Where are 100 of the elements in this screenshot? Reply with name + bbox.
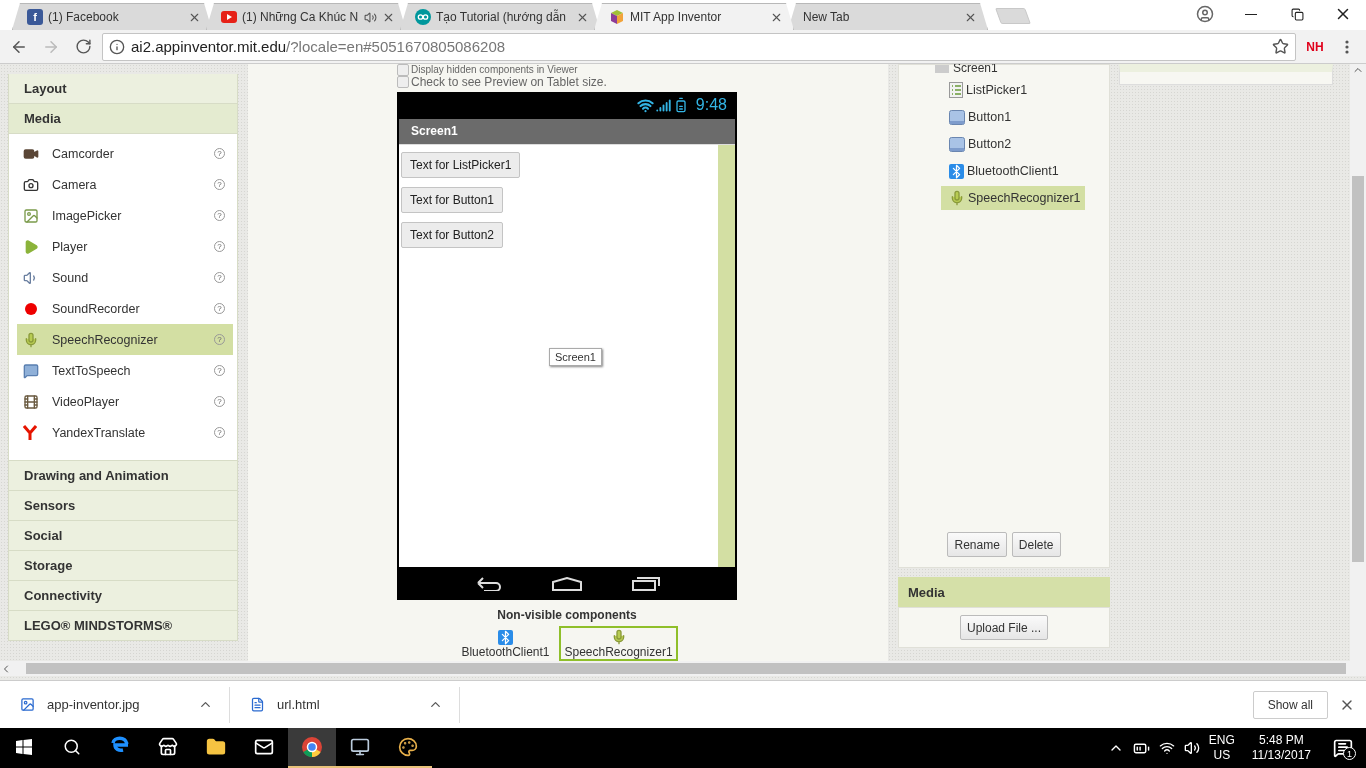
home-icon [552, 576, 582, 591]
tab-title: (1) Facebook [48, 10, 119, 24]
component-name: ImagePicker [52, 208, 123, 223]
horizontal-scrollbar[interactable] [0, 661, 1366, 676]
button-icon [949, 109, 965, 125]
search-icon [63, 738, 81, 756]
clock[interactable]: 5:48 PM 11/13/2017 [1243, 733, 1319, 763]
component-name: Camcorder [52, 146, 115, 161]
palette-item[interactable]: Player ? [17, 231, 233, 262]
tab-title: Tạo Tutorial (hướng dẫn [436, 10, 566, 24]
browser-tab[interactable]: MIT App Inventor [594, 3, 794, 30]
image-file-icon [20, 697, 35, 712]
bookmark-star-icon[interactable] [1272, 38, 1289, 55]
shopping-bag-icon[interactable] [158, 737, 178, 757]
envelope-icon[interactable] [254, 737, 274, 757]
palette-item[interactable]: SpeechRecognizer ? [17, 324, 233, 355]
category-header[interactable]: Social [8, 521, 238, 551]
tree-item[interactable]: SpeechRecognizer1 [941, 186, 1085, 210]
palette-item[interactable]: SoundRecorder ? [17, 293, 233, 324]
palette-item[interactable]: TextToSpeech ? [17, 355, 233, 386]
wifi-icon[interactable] [1158, 740, 1175, 756]
play-icon [23, 238, 39, 255]
non-visible-component[interactable]: BluetoothClient1 [456, 626, 555, 661]
file-name: url.html [277, 697, 321, 712]
image-icon [23, 207, 39, 224]
category-header[interactable]: Media [8, 104, 238, 134]
component-name: SpeechRecognizer1 [564, 645, 673, 659]
notifications-button[interactable]: 1 [1328, 733, 1358, 763]
download-item[interactable]: url.html [230, 686, 460, 723]
category-header[interactable]: Storage [8, 551, 238, 581]
category-header[interactable]: Layout [8, 74, 238, 104]
category-header[interactable]: Drawing and Animation [8, 461, 238, 491]
palette-item[interactable]: Camera ? [17, 169, 233, 200]
preview-button[interactable]: Text for Button2 [401, 221, 504, 248]
info-icon [109, 38, 125, 55]
tree-item[interactable]: Button1 [941, 105, 1016, 129]
folder-icon[interactable] [206, 737, 226, 757]
tree-root: Screen1 [953, 64, 998, 74]
tablet-preview-checkbox[interactable]: Check to see Preview on Tablet size. [397, 75, 607, 90]
vertical-scrollbar[interactable] [1350, 64, 1366, 661]
component-name: VideoPlayer [52, 394, 121, 409]
list-icon [949, 82, 963, 98]
component-name: ListPicker1 [966, 83, 1028, 97]
reload-icon [74, 38, 92, 55]
message-icon [1333, 738, 1353, 758]
action-button[interactable]: Rename [947, 532, 1007, 557]
component-name: BluetoothClient1 [967, 164, 1059, 178]
section-title: Non-visible components [496, 608, 638, 622]
tree-item[interactable]: Button2 [941, 132, 1016, 156]
kebab-menu-icon [1345, 39, 1349, 54]
extension-button[interactable]: NH [1302, 35, 1328, 58]
component-name: SoundRecorder [52, 301, 141, 316]
palette-item[interactable]: ImagePicker ? [17, 200, 233, 231]
category-header[interactable]: Connectivity [8, 581, 238, 611]
document-file-icon [250, 697, 265, 712]
download-item[interactable]: app-inventor.jpg [0, 686, 230, 723]
language-indicator[interactable]: ENG US [1208, 733, 1235, 763]
palette-item[interactable]: Camcorder ? [17, 138, 233, 169]
component-name: Camera [52, 177, 98, 192]
bluetooth-icon [949, 163, 964, 179]
microphone-icon [23, 331, 39, 348]
media-header: Media [898, 577, 1110, 607]
palette-item[interactable]: VideoPlayer ? [17, 386, 233, 417]
play-logo-icon [221, 11, 237, 23]
restore-icon [1290, 7, 1304, 21]
clapper-icon [23, 393, 39, 410]
preview-button[interactable]: Text for ListPicker1 [401, 151, 521, 178]
category-header[interactable]: LEGO® MINDSTORMS® [8, 611, 238, 641]
palette-item[interactable]: Sound ? [17, 262, 233, 293]
tree-item[interactable]: BluetoothClient1 [941, 159, 1063, 183]
speech-bubble-icon [23, 362, 39, 379]
palette-icon[interactable] [398, 737, 418, 757]
preview-button[interactable]: Text for Button1 [401, 186, 504, 213]
taskbar-app[interactable] [288, 728, 336, 768]
component-name: Button2 [968, 137, 1012, 151]
monitor-icon[interactable] [350, 737, 370, 757]
wifi-icon [636, 96, 654, 114]
y-logo-icon [23, 424, 37, 441]
person-icon [1196, 5, 1214, 23]
upload-file-button[interactable]: Upload File ... [959, 615, 1048, 640]
hidden-components-checkbox[interactable]: Display hidden components in Viewer [397, 64, 578, 75]
action-button[interactable]: Delete [1011, 532, 1061, 557]
tab-title: MIT App Inventor [630, 10, 722, 24]
screen-title-bar: Screen1 [399, 118, 735, 144]
f-logo-icon: f [27, 9, 43, 25]
chrome-icon[interactable] [301, 736, 323, 758]
tab-title: (1) Những Ca Khúc N [242, 10, 359, 24]
non-visible-component[interactable]: SpeechRecognizer1 [559, 626, 678, 661]
category-header[interactable]: Sensors [8, 491, 238, 521]
component-name: Player [52, 239, 89, 254]
show-all-button[interactable]: Show all [1252, 690, 1328, 719]
windows-logo-icon [16, 739, 32, 755]
cube-logo-icon [609, 9, 625, 25]
palette-item[interactable]: YandexTranslate ? [17, 417, 233, 448]
clock-time: 9:48 [695, 96, 727, 115]
address-bar[interactable]: ai2.appinventor.mit.edu/?locale=en#5051670805086208 [102, 32, 1296, 61]
volume-icon[interactable] [1183, 740, 1200, 756]
back-icon [474, 576, 502, 591]
component-name: TextToSpeech [52, 363, 132, 378]
tree-item[interactable]: ListPicker1 [941, 78, 1032, 102]
